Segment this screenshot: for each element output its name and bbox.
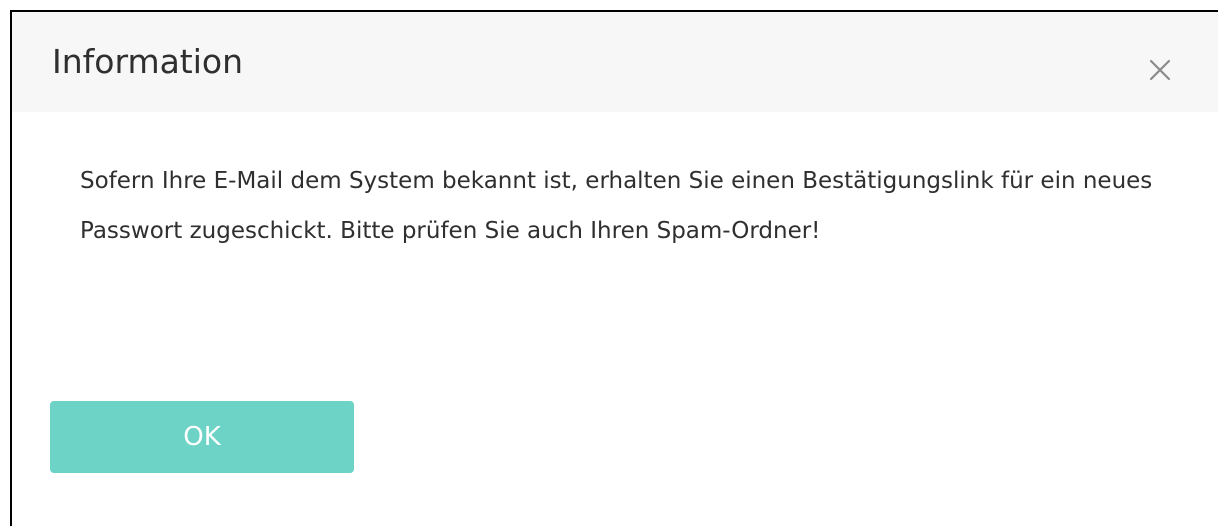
- close-icon: [1149, 59, 1171, 81]
- ok-button[interactable]: OK: [50, 401, 354, 473]
- dialog-header: Information: [12, 12, 1218, 112]
- close-button[interactable]: [1142, 52, 1178, 88]
- dialog-title: Information: [52, 42, 244, 81]
- dialog-message: Sofern Ihre E-Mail dem System bekannt is…: [80, 168, 1153, 244]
- information-dialog: Information Sofern Ihre E-Mail dem Syste…: [10, 10, 1218, 526]
